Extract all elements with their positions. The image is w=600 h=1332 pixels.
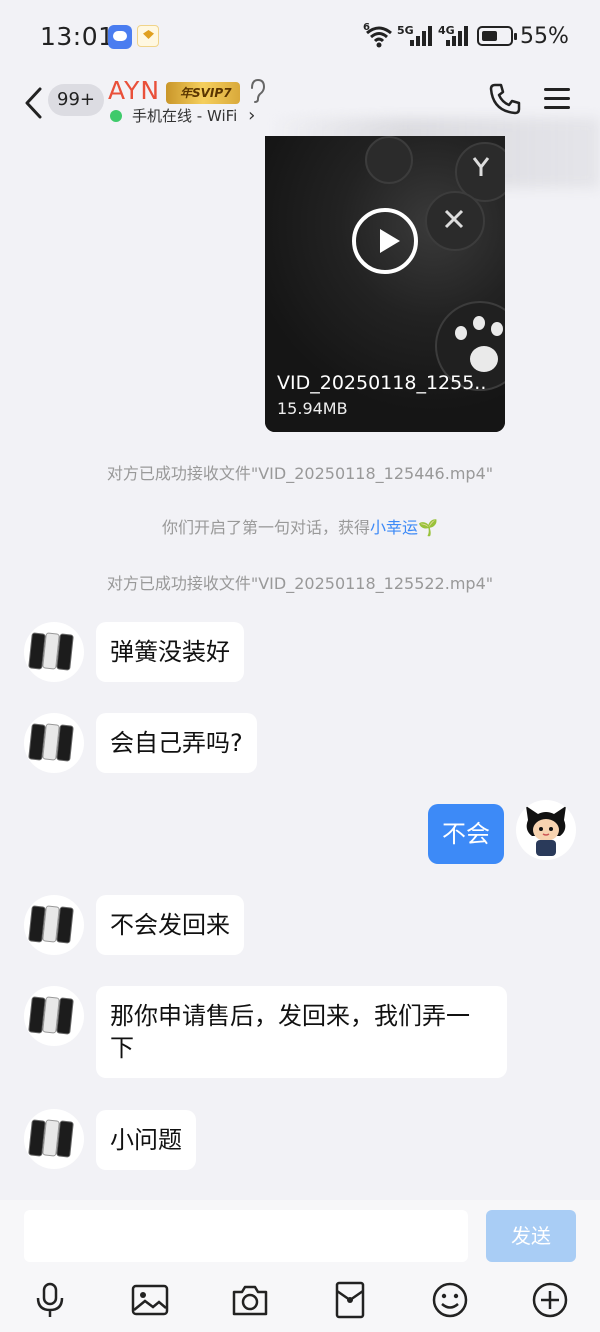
signal-icon-2: [446, 26, 468, 46]
paw-toe-2: [473, 316, 485, 330]
input-panel: 发送: [0, 1200, 600, 1332]
status-bar: 13:01 6 5G 4G 55%: [0, 0, 600, 72]
video-message-card[interactable]: VID_20250118_1255.. 15.94MB: [265, 136, 505, 432]
battery-percent: 55%: [520, 24, 569, 49]
cartoon-avatar-icon: [526, 806, 566, 856]
unread-count-badge[interactable]: 99+: [48, 84, 104, 116]
contact-avatar[interactable]: [24, 895, 84, 955]
contact-name[interactable]: AYN: [108, 76, 160, 105]
system-message: 对方已成功接收文件"VID_20250118_125446.mp4": [106, 464, 494, 483]
message-bubble[interactable]: 那你申请售后，发回来，我们弄一下: [96, 986, 507, 1078]
microphone-icon[interactable]: [30, 1280, 70, 1320]
system-message: 对方已成功接收文件"VID_20250118_125522.mp4": [106, 574, 494, 593]
my-message-bubble[interactable]: 不会: [428, 804, 504, 864]
contact-avatar[interactable]: [24, 986, 84, 1046]
plus-icon[interactable]: [530, 1280, 570, 1320]
online-status-dot: [110, 110, 122, 122]
play-icon[interactable]: [352, 208, 418, 274]
emoji-icon[interactable]: [430, 1280, 470, 1320]
svip-badge[interactable]: 年SVIP7: [166, 82, 240, 104]
message-list[interactable]: VID_20250118_1255.. 15.94MB 对方已成功接收文件"VI…: [0, 136, 600, 1200]
red-packet-icon[interactable]: [330, 1280, 370, 1320]
system-message-lucky: 你们开启了第一句对话，获得小幸运🌱: [0, 514, 600, 538]
contact-avatar[interactable]: [24, 713, 84, 773]
sprout-icon: 🌱: [418, 518, 438, 537]
signal-icon: [410, 26, 432, 46]
contact-avatar[interactable]: [24, 1109, 84, 1169]
video-filename: VID_20250118_1255..: [277, 372, 487, 394]
online-status-text[interactable]: 手机在线 - WiFi ›: [132, 105, 255, 126]
app-notification-icon: [137, 25, 159, 47]
lucky-link[interactable]: 小幸运: [370, 518, 418, 537]
back-arrow-icon[interactable]: [22, 86, 46, 120]
input-toolbar: [0, 1280, 600, 1324]
status-time: 13:01: [40, 22, 115, 51]
ear-icon[interactable]: [248, 78, 266, 104]
chat-app-notification-icon: [108, 25, 132, 49]
system-message-text: 你们开启了第一句对话，获得: [162, 518, 371, 537]
y-glyph-icon: [472, 157, 490, 176]
thumb-stick: [365, 136, 413, 184]
send-button[interactable]: 发送: [486, 1210, 576, 1262]
video-filesize: 15.94MB: [277, 399, 348, 418]
message-bubble[interactable]: 不会发回来: [96, 895, 244, 955]
wifi-version-label: 6: [363, 22, 370, 33]
phone-call-icon[interactable]: [488, 82, 522, 116]
chevron-right-icon: ›: [248, 105, 256, 126]
battery-icon: [477, 26, 517, 46]
menu-icon[interactable]: [544, 86, 572, 112]
message-bubble[interactable]: 小问题: [96, 1110, 196, 1170]
message-input[interactable]: [24, 1210, 468, 1262]
chat-header: 99+ AYN 年SVIP7 手机在线 - WiFi ›: [0, 72, 600, 188]
x-glyph-icon: [444, 209, 464, 229]
my-avatar[interactable]: [516, 800, 576, 860]
online-status-label: 手机在线 - WiFi: [132, 107, 238, 125]
image-icon[interactable]: [130, 1280, 170, 1320]
message-bubble[interactable]: 弹簧没装好: [96, 622, 244, 682]
paw-pad: [470, 346, 498, 372]
message-bubble[interactable]: 会自己弄吗?: [96, 713, 257, 773]
camera-icon[interactable]: [230, 1280, 270, 1320]
contact-avatar[interactable]: [24, 622, 84, 682]
paw-toe-3: [491, 322, 503, 336]
paw-toe-1: [455, 326, 467, 340]
